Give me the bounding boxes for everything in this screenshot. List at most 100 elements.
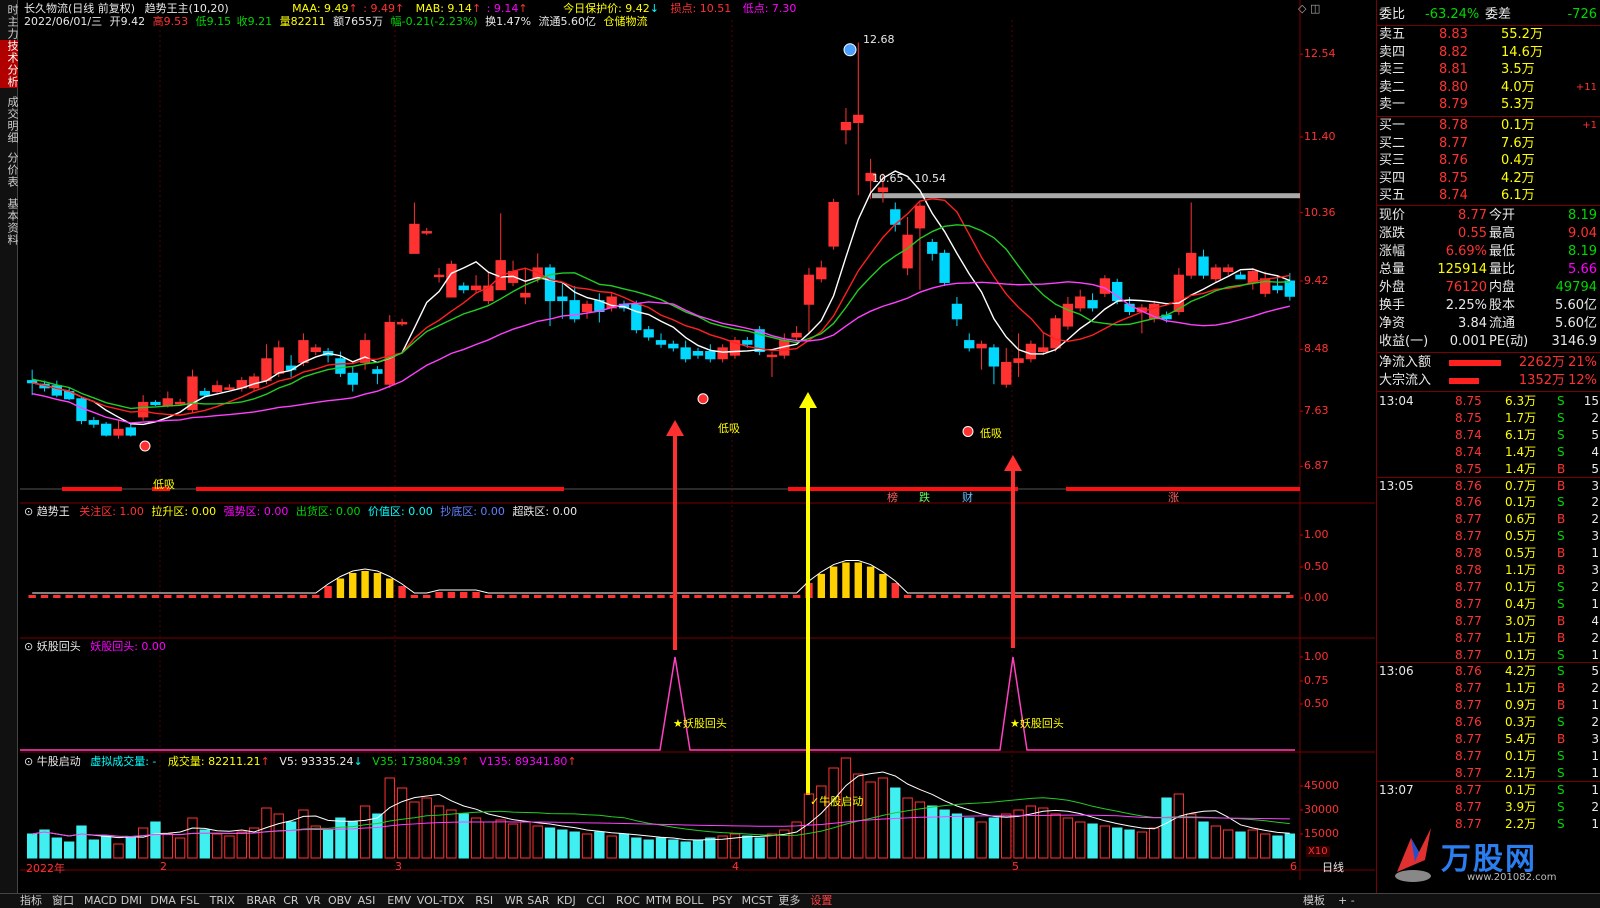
left-tab-3[interactable]: 分价表 [0,152,19,188]
toolbar-item[interactable]: OBV [328,894,351,908]
tick-price: 8.76 [1455,664,1482,679]
sell-row[interactable]: 卖一 8.79 5.3万 [1377,96,1600,114]
toolbar-item[interactable]: MTM [646,894,672,908]
panel2-title[interactable]: 妖股回头 [37,640,81,653]
toolbar-item[interactable]: DMA [150,894,176,908]
zoom-buttons[interactable]: + - [1338,894,1355,908]
maa-value: MAA: 9.49 [292,2,349,15]
tick-row: 13:05 8.76 0.7万 B 3 [1377,478,1600,495]
toolbar-item[interactable]: VOL-TDX [417,894,465,908]
toolbar-item[interactable]: ASI [358,894,376,908]
toolbar-item[interactable]: BOLL [675,894,703,908]
left-tab-1[interactable]: 技术分析 [0,40,19,88]
chart-corner-icons[interactable]: ◇ ◫ [1298,2,1320,15]
buy-row[interactable]: 买三 8.76 0.4万 [1377,152,1600,170]
trend-bar [768,595,776,598]
candle-body [458,285,469,291]
bar-open: 开9.42 [109,15,146,28]
tick-row: 8.77 5.4万 B 3 [1377,731,1600,748]
tick-count: 1 [1591,748,1599,763]
sell-row[interactable]: 卖五 8.83 55.2万 [1377,26,1600,44]
left-tab-2[interactable]: 成交明细 [0,96,19,144]
toolbar-item[interactable]: CCI [586,894,605,908]
panel1-collapse-icon[interactable]: ⊙ [24,505,33,518]
candle-body [1272,285,1283,291]
quote-label: 外盘 [1379,280,1406,295]
toolbar-item[interactable]: TRIX [210,894,235,908]
panel1-title[interactable]: 趋势王 [37,505,70,518]
left-tab-0[interactable]: 时主力 [0,4,19,40]
tick-side: B [1557,546,1566,561]
indicator-name[interactable]: 趋势王主(10,20) [145,2,229,15]
buy-row[interactable]: 买二 8.77 7.6万 [1377,135,1600,153]
tick-volume: 1.1万 [1505,681,1537,696]
sell-row[interactable]: 卖二 8.80 4.0万 +11 [1377,79,1600,97]
candle-body [705,351,716,360]
toolbar-item[interactable]: 更多 [778,894,800,908]
status-segment [1066,487,1300,491]
tick-time: 13:06 [1379,664,1414,679]
volume-bar [532,825,543,859]
trend-bar [595,595,604,598]
toolbar-item[interactable]: PSY [712,894,732,908]
buy-row[interactable]: 买五 8.74 6.1万 [1377,187,1600,205]
y-label: 30000 [1304,803,1339,816]
chart-area[interactable]: 长久物流(日线 前复权) 趋势王主(10,20) MAA: 9.49↑ : 9.… [20,0,1375,880]
trend-bar [410,595,419,598]
tick-price: 8.77 [1455,782,1482,797]
tick-count: 1 [1591,782,1599,797]
toolbar-item[interactable]: 窗口 [52,894,74,908]
volume-bar [39,829,50,859]
sell-row[interactable]: 卖四 8.82 14.6万 [1377,44,1600,62]
trend-bar [151,595,160,598]
toolbar-item[interactable]: SAR [527,894,549,908]
toolbar-item[interactable]: 指标 [20,894,42,908]
toolbar-item[interactable]: WR [505,894,524,908]
tick-volume: 0.5万 [1505,529,1537,544]
volume-bar [76,825,87,859]
toolbar-item[interactable]: ROC [616,894,640,908]
tick-count: 3 [1591,478,1599,493]
toolbar-item[interactable]: VR [306,894,321,908]
left-tab-4[interactable]: 基本资料 [0,198,19,246]
template-button[interactable]: 模板 [1303,894,1325,908]
tick-count: 1 [1591,698,1599,713]
trend-bar [423,595,431,598]
volume-bar [606,835,617,859]
panel2-collapse-icon[interactable]: ⊙ [24,640,33,653]
trend-bar [1249,595,1257,598]
bar-turnover: 换1.47% [485,15,532,28]
toolbar-item[interactable]: FSL [180,894,199,908]
sell-row[interactable]: 卖三 8.81 3.5万 [1377,61,1600,79]
toolbar-item[interactable]: EMV [387,894,411,908]
tick-group-divider [1377,780,1600,782]
toolbar-item[interactable]: RSI [475,894,493,908]
toolbar-item[interactable]: BRAR [246,894,276,908]
toolbar-item[interactable]: KDJ [557,894,576,908]
toolbar-item[interactable]: MCST [742,894,773,908]
tick-volume: 1.1万 [1505,630,1537,645]
buy-row[interactable]: 买一 8.78 0.1万 +1 [1377,117,1600,135]
panel3-collapse-icon[interactable]: ⊙ [24,755,33,768]
bull-start-signal: ✓牛股启动 [810,795,864,808]
volume-bar [1050,813,1061,859]
volume-bar [618,833,630,859]
period-daily-button[interactable]: 日线 [1322,859,1344,875]
sector-label[interactable]: 仓储物流 [604,15,648,28]
trend-bar [620,595,628,598]
toolbar-item[interactable]: DMI [121,894,142,908]
candle-body [187,376,198,411]
trend-bar [866,566,875,598]
unit-x10: X10 [1306,846,1330,857]
tick-side: S [1557,664,1565,679]
toolbar-item[interactable]: MACD [84,894,117,908]
toolbar-item[interactable]: 设置 [810,894,832,908]
volume-bar [569,831,580,859]
candle-body [631,303,642,331]
volume-bar [285,821,297,859]
volume-bar [421,797,432,859]
toolbar-item[interactable]: CR [283,894,298,908]
tick-volume: 0.1万 [1505,495,1537,510]
buy-row[interactable]: 买四 8.75 4.2万 [1377,170,1600,188]
panel3-title[interactable]: 牛股启动 [37,755,81,768]
